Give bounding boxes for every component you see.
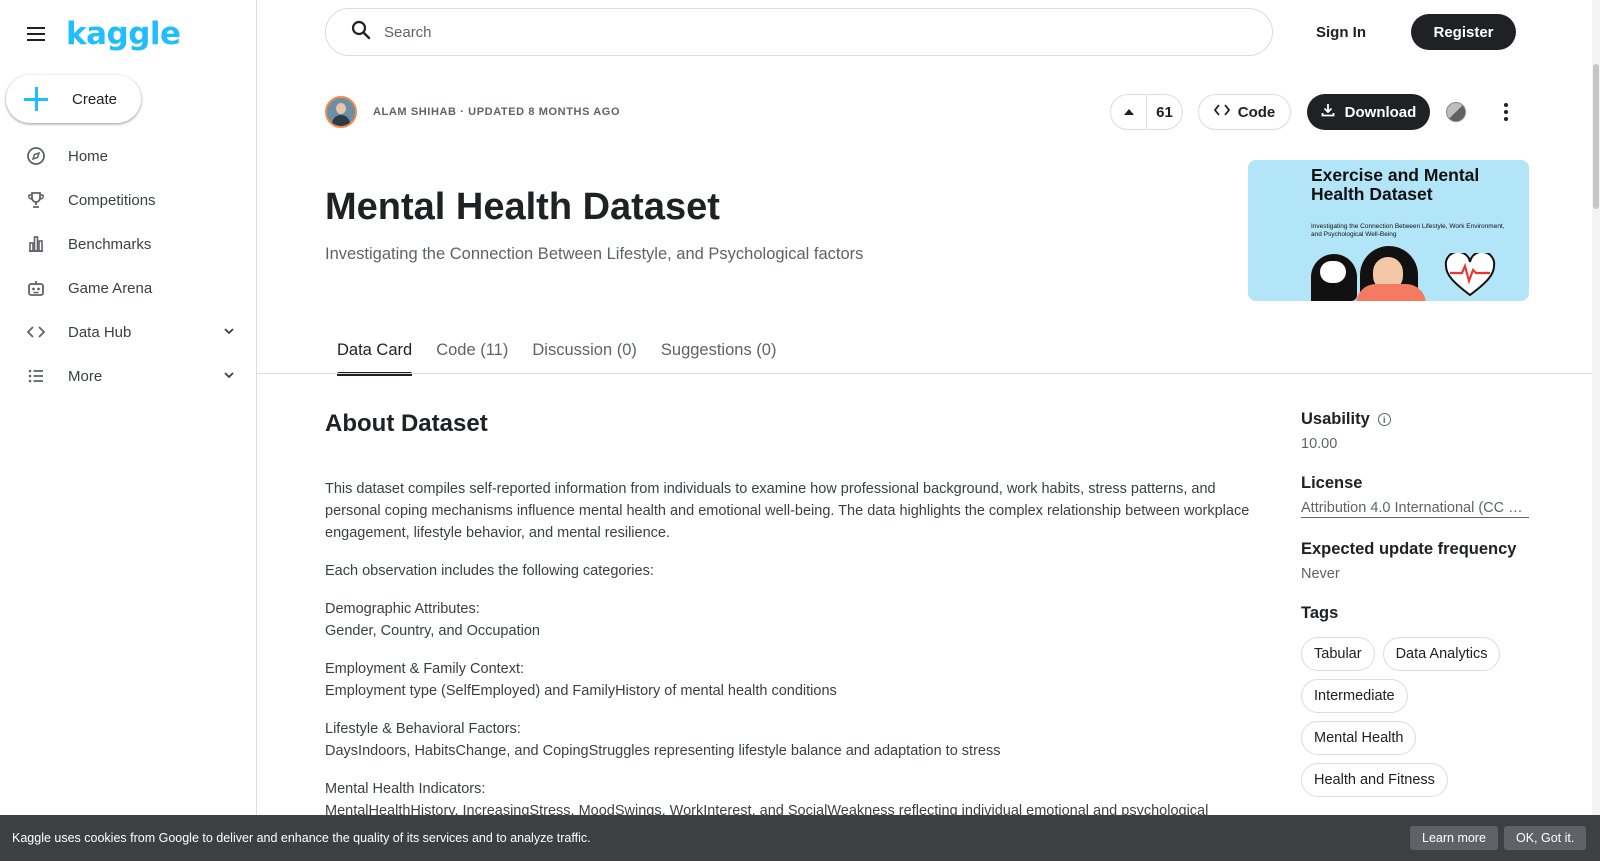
tag-chip[interactable]: Health and Fitness: [1301, 763, 1448, 797]
tab-suggestions[interactable]: Suggestions (0): [649, 326, 789, 374]
tab-discussion[interactable]: Discussion (0): [520, 326, 649, 374]
sidebar-header: kaggle: [24, 16, 181, 52]
dataset-meta-panel: Usability i 10.00 License Attribution 4.…: [1301, 410, 1531, 797]
license-label: License: [1301, 474, 1363, 492]
caret-up-icon: [1123, 109, 1134, 115]
banner-subtitle: Investigating the Connection Between Lif…: [1311, 223, 1505, 238]
search-icon: [350, 19, 372, 46]
usability-label-text: Usability: [1301, 410, 1370, 428]
plus-icon: [24, 87, 48, 111]
download-button-label: Download: [1344, 103, 1417, 121]
sidebar-item-benchmarks[interactable]: Benchmarks: [0, 222, 256, 266]
hamburger-menu-icon[interactable]: [24, 22, 48, 46]
sidebar-item-home[interactable]: Home: [0, 134, 256, 178]
learn-more-button[interactable]: Learn more: [1410, 826, 1498, 850]
vote-count[interactable]: 61: [1147, 104, 1182, 121]
sidebar-item-competitions[interactable]: Competitions: [0, 178, 256, 222]
about-dataset-body: This dataset compiles self-reported info…: [325, 478, 1265, 838]
tab-bar: Data Card Code (11) Discussion (0) Sugge…: [325, 326, 789, 376]
usability-value: 10.00: [1301, 436, 1338, 452]
sidebar-nav: Home Competitions Benchmarks Game Arena: [0, 134, 256, 398]
tags-label: Tags: [1301, 604, 1339, 622]
sidebar-item-game-arena[interactable]: Game Arena: [0, 266, 256, 310]
info-icon[interactable]: i: [1377, 413, 1391, 426]
register-button[interactable]: Register: [1411, 14, 1516, 50]
sidebar-item-more[interactable]: More: [0, 354, 256, 398]
upvote-group: 61: [1110, 94, 1183, 130]
cookie-text: Kaggle uses cookies from Google to deliv…: [12, 831, 591, 845]
dataset-banner-image: Exercise and Mental Health Dataset Inves…: [1248, 160, 1529, 301]
code-button-label: Code: [1237, 103, 1276, 121]
about-paragraph: Each observation includes the following …: [325, 563, 654, 579]
robot-icon: [26, 278, 46, 298]
sidebar-item-label: Data Hub: [68, 323, 132, 341]
brain-icon: [1320, 261, 1346, 283]
sidebar-item-label: Competitions: [68, 191, 156, 209]
author-updated-meta: ALAM SHIHAB · UPDATED 8 MONTHS AGO: [373, 106, 621, 118]
sidebar: kaggle Create Home Competitions Benchmar…: [0, 0, 257, 861]
cookie-banner: Kaggle uses cookies from Google to deliv…: [0, 815, 1600, 861]
tag-chip[interactable]: Intermediate: [1301, 679, 1408, 713]
create-button[interactable]: Create: [6, 75, 141, 123]
sidebar-item-label: More: [68, 367, 103, 385]
ok-got-it-button[interactable]: OK, Got it.: [1504, 826, 1587, 850]
about-paragraph: This dataset compiles self-reported info…: [325, 481, 1250, 541]
update-frequency-label: Expected update frequency: [1301, 540, 1517, 558]
code-button[interactable]: Code: [1198, 94, 1291, 130]
scrollbar-thumb[interactable]: [1593, 64, 1599, 209]
tags-list: Tabular Data Analytics Intermediate Ment…: [1301, 637, 1531, 797]
sidebar-item-data-hub[interactable]: Data Hub: [0, 310, 256, 354]
trophy-icon: [26, 190, 46, 210]
tab-code[interactable]: Code (11): [424, 326, 520, 374]
code-brackets-icon: [1213, 103, 1230, 121]
theme-toggle-icon[interactable]: [1446, 102, 1466, 122]
sign-in-button[interactable]: Sign In: [1300, 14, 1382, 50]
app: kaggle Create Home Competitions Benchmar…: [0, 0, 1600, 861]
sidebar-item-label: Game Arena: [68, 279, 153, 297]
divider: [257, 373, 1592, 374]
list-icon: [26, 366, 46, 386]
author-avatar[interactable]: [325, 96, 357, 128]
tab-data-card[interactable]: Data Card: [325, 326, 424, 376]
page-subtitle: Investigating the Connection Between Lif…: [325, 245, 864, 263]
about-paragraph: Demographic Attributes: Gender, Country,…: [325, 601, 540, 639]
banner-title: Exercise and Mental Health Dataset: [1311, 165, 1480, 204]
about-paragraph: Employment & Family Context: Employment …: [325, 661, 837, 699]
sidebar-item-label: Home: [68, 147, 109, 165]
tag-chip[interactable]: Tabular: [1301, 637, 1375, 671]
more-options-icon[interactable]: [1494, 100, 1518, 124]
about-dataset-heading: About Dataset: [325, 410, 488, 437]
download-button[interactable]: Download: [1307, 94, 1430, 130]
bar-chart-icon: [26, 234, 46, 254]
usability-label: Usability i: [1301, 410, 1531, 429]
page-title: Mental Health Dataset: [325, 186, 720, 228]
sidebar-item-label: Benchmarks: [68, 235, 152, 253]
about-paragraph: Lifestyle & Behavioral Factors: DaysIndo…: [325, 721, 1001, 759]
chevron-down-icon[interactable]: [222, 324, 236, 343]
search-input[interactable]: [384, 23, 1184, 41]
chevron-down-icon[interactable]: [222, 368, 236, 387]
kaggle-logo[interactable]: kaggle: [66, 16, 181, 52]
code-brackets-icon: [26, 322, 46, 342]
compass-icon: [26, 146, 46, 166]
search-bar[interactable]: [325, 8, 1273, 56]
upvote-button[interactable]: [1111, 95, 1147, 129]
update-frequency-value: Never: [1301, 566, 1340, 582]
woman-body: [1356, 284, 1426, 301]
heart-pulse-icon: [1444, 253, 1496, 297]
license-link[interactable]: Attribution 4.0 International (CC BY 4.0…: [1301, 500, 1529, 518]
download-icon: [1321, 103, 1335, 121]
tag-chip[interactable]: Data Analytics: [1382, 637, 1501, 671]
tag-chip[interactable]: Mental Health: [1301, 721, 1417, 755]
create-label: Create: [72, 90, 118, 108]
